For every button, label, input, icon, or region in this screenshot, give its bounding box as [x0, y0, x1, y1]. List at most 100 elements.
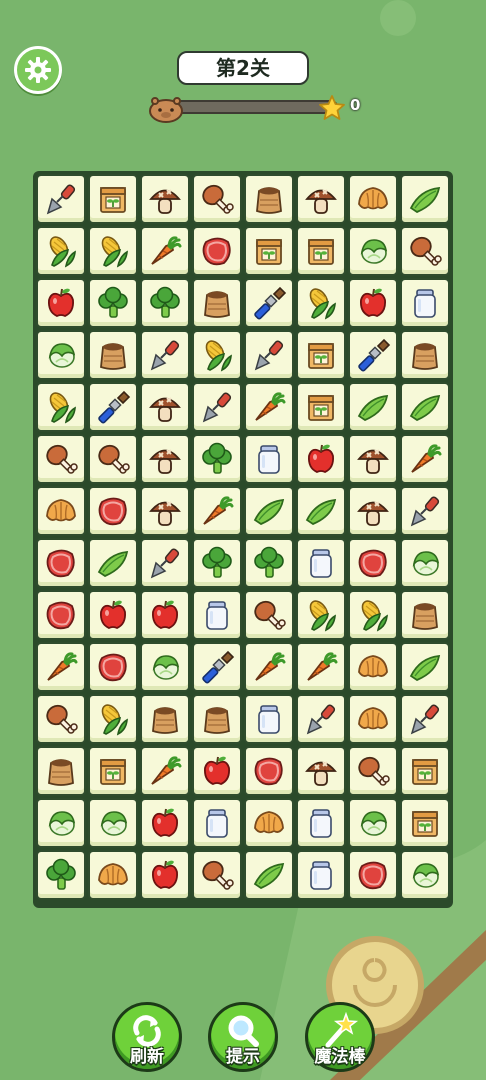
tile-r4-c0[interactable] — [36, 382, 86, 432]
tile-r11-c3[interactable] — [192, 746, 242, 796]
tile-r3-c1[interactable] — [88, 330, 138, 380]
tile-r2-c7[interactable] — [400, 278, 450, 328]
tile-r6-c3[interactable] — [192, 486, 242, 536]
tile-r6-c4[interactable] — [244, 486, 294, 536]
tile-r8-c2[interactable] — [140, 590, 190, 640]
tile-r2-c4[interactable] — [244, 278, 294, 328]
tile-r8-c6[interactable] — [348, 590, 398, 640]
tile-r0-c0[interactable] — [36, 174, 86, 224]
tile-r2-c6[interactable] — [348, 278, 398, 328]
tile-r3-c0[interactable] — [36, 330, 86, 380]
tile-r9-c3[interactable] — [192, 642, 242, 692]
tile-r6-c6[interactable] — [348, 486, 398, 536]
tile-r1-c0[interactable] — [36, 226, 86, 276]
tile-r10-c3[interactable] — [192, 694, 242, 744]
tile-r1-c1[interactable] — [88, 226, 138, 276]
tile-r10-c5[interactable] — [296, 694, 346, 744]
tile-r3-c6[interactable] — [348, 330, 398, 380]
tile-r10-c2[interactable] — [140, 694, 190, 744]
tile-r12-c7[interactable] — [400, 798, 450, 848]
tile-r2-c1[interactable] — [88, 278, 138, 328]
tile-r9-c4[interactable] — [244, 642, 294, 692]
tile-r4-c4[interactable] — [244, 382, 294, 432]
tile-r12-c2[interactable] — [140, 798, 190, 848]
tile-r3-c7[interactable] — [400, 330, 450, 380]
tile-r10-c4[interactable] — [244, 694, 294, 744]
tile-r2-c2[interactable] — [140, 278, 190, 328]
tile-r12-c1[interactable] — [88, 798, 138, 848]
settings-button[interactable] — [14, 46, 62, 94]
tile-r7-c1[interactable] — [88, 538, 138, 588]
tile-r5-c5[interactable] — [296, 434, 346, 484]
tile-r4-c2[interactable] — [140, 382, 190, 432]
tile-r8-c1[interactable] — [88, 590, 138, 640]
tile-r1-c7[interactable] — [400, 226, 450, 276]
tile-r3-c2[interactable] — [140, 330, 190, 380]
tile-r1-c3[interactable] — [192, 226, 242, 276]
tile-r10-c7[interactable] — [400, 694, 450, 744]
tile-r8-c5[interactable] — [296, 590, 346, 640]
tile-r3-c3[interactable] — [192, 330, 242, 380]
tile-r8-c3[interactable] — [192, 590, 242, 640]
tile-r5-c7[interactable] — [400, 434, 450, 484]
magic-wand-button[interactable]: 魔法棒 — [305, 1002, 375, 1072]
tile-r7-c7[interactable] — [400, 538, 450, 588]
tile-r9-c1[interactable] — [88, 642, 138, 692]
tile-r5-c4[interactable] — [244, 434, 294, 484]
tile-r5-c1[interactable] — [88, 434, 138, 484]
tile-r12-c4[interactable] — [244, 798, 294, 848]
tile-r9-c7[interactable] — [400, 642, 450, 692]
tile-r13-c7[interactable] — [400, 850, 450, 900]
tile-r5-c2[interactable] — [140, 434, 190, 484]
tile-r11-c7[interactable] — [400, 746, 450, 796]
tile-r4-c1[interactable] — [88, 382, 138, 432]
tile-r13-c6[interactable] — [348, 850, 398, 900]
refresh-button[interactable]: 刷新 — [112, 1002, 182, 1072]
tile-r6-c1[interactable] — [88, 486, 138, 536]
tile-r0-c7[interactable] — [400, 174, 450, 224]
tile-r0-c3[interactable] — [192, 174, 242, 224]
tile-r8-c4[interactable] — [244, 590, 294, 640]
tile-r11-c1[interactable] — [88, 746, 138, 796]
tile-r11-c0[interactable] — [36, 746, 86, 796]
tile-r6-c0[interactable] — [36, 486, 86, 536]
tile-r9-c0[interactable] — [36, 642, 86, 692]
tile-r8-c7[interactable] — [400, 590, 450, 640]
tile-r12-c3[interactable] — [192, 798, 242, 848]
tile-r0-c6[interactable] — [348, 174, 398, 224]
tile-r6-c2[interactable] — [140, 486, 190, 536]
tile-r10-c1[interactable] — [88, 694, 138, 744]
tile-r13-c5[interactable] — [296, 850, 346, 900]
tile-r1-c2[interactable] — [140, 226, 190, 276]
tile-r9-c6[interactable] — [348, 642, 398, 692]
tile-r2-c3[interactable] — [192, 278, 242, 328]
tile-r4-c3[interactable] — [192, 382, 242, 432]
tile-r4-c6[interactable] — [348, 382, 398, 432]
tile-r2-c0[interactable] — [36, 278, 86, 328]
tile-r12-c0[interactable] — [36, 798, 86, 848]
hint-button[interactable]: 提示 — [208, 1002, 278, 1072]
tile-r9-c5[interactable] — [296, 642, 346, 692]
tile-r5-c6[interactable] — [348, 434, 398, 484]
tile-r6-c7[interactable] — [400, 486, 450, 536]
tile-r6-c5[interactable] — [296, 486, 346, 536]
tile-r1-c5[interactable] — [296, 226, 346, 276]
tile-r1-c6[interactable] — [348, 226, 398, 276]
tile-r7-c0[interactable] — [36, 538, 86, 588]
tile-r7-c3[interactable] — [192, 538, 242, 588]
tile-r13-c2[interactable] — [140, 850, 190, 900]
tile-r7-c4[interactable] — [244, 538, 294, 588]
tile-r13-c0[interactable] — [36, 850, 86, 900]
tile-r0-c1[interactable] — [88, 174, 138, 224]
tile-r0-c5[interactable] — [296, 174, 346, 224]
tile-r4-c7[interactable] — [400, 382, 450, 432]
tile-r9-c2[interactable] — [140, 642, 190, 692]
tile-r1-c4[interactable] — [244, 226, 294, 276]
tile-r3-c5[interactable] — [296, 330, 346, 380]
tile-r2-c5[interactable] — [296, 278, 346, 328]
tile-r3-c4[interactable] — [244, 330, 294, 380]
tile-r7-c2[interactable] — [140, 538, 190, 588]
tile-r11-c2[interactable] — [140, 746, 190, 796]
tile-r11-c5[interactable] — [296, 746, 346, 796]
tile-r12-c5[interactable] — [296, 798, 346, 848]
